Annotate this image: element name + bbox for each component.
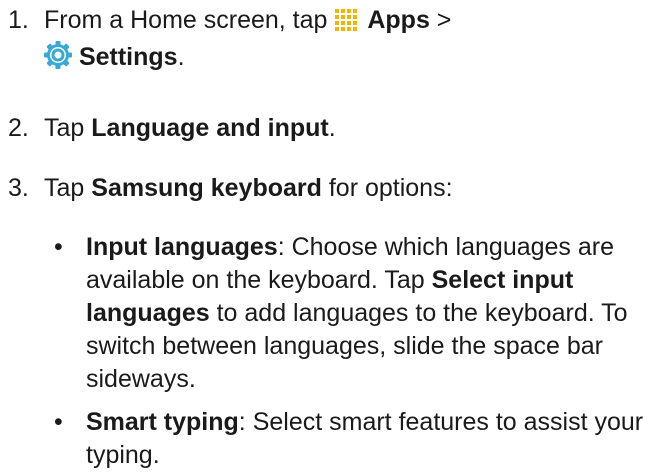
step-3-text: Tap Samsung keyboard for options: <box>44 172 658 205</box>
step-1-number: 1. <box>8 6 29 34</box>
settings-label: Settings <box>78 43 178 71</box>
bullet-symbol: • <box>54 408 63 436</box>
settings-gear-icon <box>44 41 72 78</box>
step-2-text: Tap Language and input. <box>44 112 658 145</box>
input-languages-text: Input languages: Choose which languages … <box>86 231 658 396</box>
step-2: 2. Tap Language and input. <box>8 112 658 145</box>
bullet-symbol: • <box>54 233 63 261</box>
step-3-suffix: for options: <box>321 174 453 202</box>
step-3-prefix: Tap <box>44 174 92 202</box>
step-1-prefix: From a Home screen, tap <box>44 6 335 34</box>
input-languages-title: Input languages <box>86 233 278 261</box>
step-3-number: 3. <box>8 174 29 202</box>
bullet-input-languages: • Input languages: Choose which language… <box>54 231 658 396</box>
samsung-keyboard-label: Samsung keyboard <box>91 174 322 202</box>
smart-typing-title: Smart typing <box>86 408 239 436</box>
step-3: 3. Tap Samsung keyboard for options: <box>8 172 658 205</box>
step-2-prefix: Tap <box>44 114 92 142</box>
bullet-smart-typing: • Smart typing: Select smart features to… <box>54 406 658 472</box>
smart-typing-text: Smart typing: Select smart features to a… <box>86 406 658 472</box>
step-1-separator: > <box>429 6 452 34</box>
step-1-suffix: . <box>177 43 185 71</box>
step-1: 1. From a Home screen, tap Apps > Settin… <box>8 4 658 78</box>
apps-label: Apps <box>367 6 430 34</box>
instructions-page: 1. From a Home screen, tap Apps > Settin… <box>0 0 668 474</box>
step-2-suffix: . <box>328 114 336 142</box>
apps-grid-icon <box>334 8 360 41</box>
language-and-input-label: Language and input <box>91 114 329 142</box>
step-1-text: From a Home screen, tap Apps > Settings. <box>44 4 658 78</box>
step-2-number: 2. <box>8 114 29 142</box>
